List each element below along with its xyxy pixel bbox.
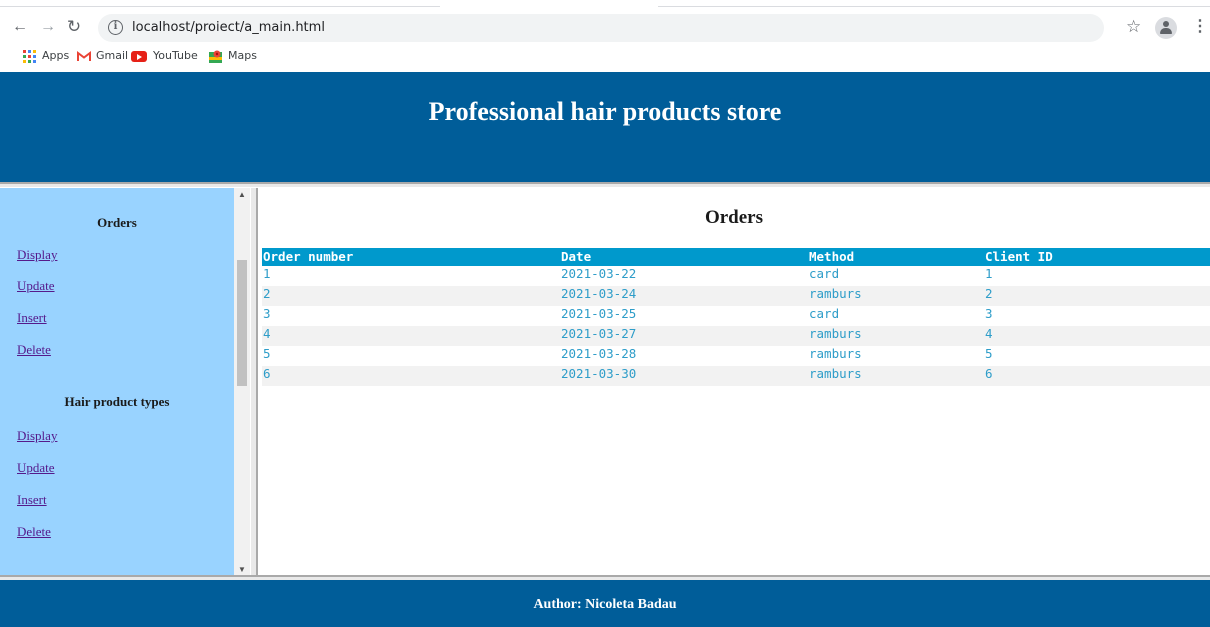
orders-update-link[interactable]: Update [17,278,55,294]
profile-icon-head [1163,21,1169,27]
frame-border-vertical[interactable] [250,188,258,577]
cell-method: ramburs [809,346,862,361]
bookmark-label: Gmail [96,49,129,62]
scrollbar-thumb[interactable] [237,260,247,386]
bookmark-youtube[interactable]: YouTube [131,48,198,64]
cell-date: 2021-03-30 [560,366,808,386]
product-types-update-link[interactable]: Update [17,460,55,476]
bookmark-gmail[interactable]: Gmail [77,48,128,64]
site-header: Professional hair products store [0,72,1210,182]
cell-client-id: 5 [985,346,993,361]
table-row: 1 2021-03-22 card 1 [262,266,1210,286]
bookmarks-bar: Apps Gmail YouTube Maps [0,46,1210,66]
cell-date: 2021-03-24 [560,286,808,306]
orders-insert-link[interactable]: Insert [17,310,47,326]
sidebar-scrollbar[interactable]: ▲ ▼ [234,188,250,577]
tab-strip-line [658,6,1210,7]
cell-order-number: 1 [263,266,271,281]
tab-strip [0,0,1210,8]
maps-icon [209,50,222,63]
product-types-delete-link[interactable]: Delete [17,524,51,540]
cell-method: ramburs [808,366,984,386]
site-footer: Author: Nicoleta Badau [0,580,1210,627]
cell-client-id: 2 [984,286,1210,306]
product-types-display-link[interactable]: Display [17,428,57,444]
browser-chrome: ← → ↻ i localhost/proiect/a_main.html ☆ … [0,0,1210,72]
cell-method: ramburs [808,286,984,306]
profile-icon-body [1160,28,1172,34]
back-arrow-icon[interactable]: ← [10,17,30,37]
navigation-bar: ← → ↻ i localhost/proiect/a_main.html ☆ … [0,14,1210,44]
table-row: 6 2021-03-30 ramburs 6 [262,366,1210,386]
orders-display-link[interactable]: Display [17,247,57,263]
bookmark-label: Apps [42,49,70,62]
forward-arrow-icon[interactable]: → [38,17,58,37]
info-icon[interactable]: i [108,20,123,35]
bookmark-label: YouTube [153,49,198,62]
kebab-menu-icon[interactable]: ⋮ [1192,18,1208,36]
table-row: 4 2021-03-27 ramburs 4 [262,326,1210,346]
cell-order-number: 2 [262,286,560,306]
cell-date: 2021-03-27 [560,326,808,346]
bookmark-apps[interactable]: Apps [23,48,69,64]
sidebar: Orders Display Update Insert Delete Hair… [0,188,234,577]
cell-method: card [809,266,840,281]
orders-table: Order number Date Method Client ID 1 202… [262,248,1210,386]
scroll-up-arrow-icon[interactable]: ▲ [234,188,250,202]
reload-icon[interactable]: ↻ [64,17,84,37]
gmail-icon [77,50,91,62]
table-row: 3 2021-03-25 card 3 [262,306,1210,326]
column-header-client-id: Client ID [984,248,1210,266]
column-header-order-number: Order number [262,248,560,266]
apps-grid-icon [23,49,36,63]
cell-client-id: 1 [985,266,993,281]
cell-date: 2021-03-22 [561,266,637,281]
cell-order-number: 5 [263,346,271,361]
table-row: 2 2021-03-24 ramburs 2 [262,286,1210,306]
bookmark-label: Maps [228,49,257,62]
sidebar-heading-hair-product-types: Hair product types [64,394,170,409]
cell-date: 2021-03-28 [561,346,637,361]
cell-order-number: 3 [263,306,271,321]
column-header-method: Method [808,248,984,266]
cell-client-id: 4 [984,326,1210,346]
address-bar[interactable]: i localhost/proiect/a_main.html [98,14,1104,42]
table-row: 5 2021-03-28 ramburs 5 [262,346,1210,366]
orders-delete-link[interactable]: Delete [17,342,51,358]
page-title: Orders [704,207,764,228]
site-title: Professional hair products store [428,97,782,126]
product-types-insert-link[interactable]: Insert [17,492,47,508]
tab-strip-line [0,6,440,7]
author-credit: Author: Nicoleta Badau [533,597,677,612]
cell-order-number: 6 [262,366,560,386]
bookmark-maps[interactable]: Maps [209,48,257,64]
profile-icon[interactable] [1155,17,1177,39]
table-header-row: Order number Date Method Client ID [262,248,1210,266]
url-text[interactable]: localhost/proiect/a_main.html [132,20,325,35]
cell-method: card [809,306,840,321]
cell-client-id: 3 [985,306,993,321]
star-icon[interactable]: ☆ [1126,17,1141,37]
main-content: Orders Order number Date Method Client I… [258,188,1210,577]
youtube-icon [131,50,147,62]
column-header-date: Date [560,248,808,266]
cell-order-number: 4 [262,326,560,346]
cell-method: ramburs [808,326,984,346]
cell-client-id: 6 [984,366,1210,386]
sidebar-heading-orders: Orders [97,215,137,230]
cell-date: 2021-03-25 [561,306,637,321]
